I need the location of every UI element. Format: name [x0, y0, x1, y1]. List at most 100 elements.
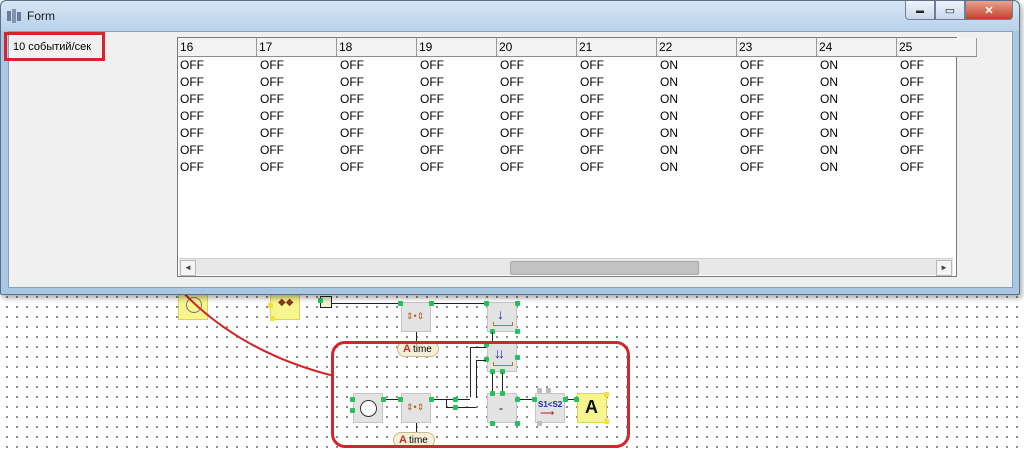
table-cell: ON: [820, 160, 838, 174]
table-cell: ON: [660, 75, 678, 89]
table-cell: OFF: [420, 109, 444, 123]
table-cell: OFF: [340, 126, 364, 140]
table-cell: OFF: [500, 58, 524, 72]
table-cell: OFF: [420, 58, 444, 72]
table-cell: ON: [660, 92, 678, 106]
table-cell: OFF: [500, 160, 524, 174]
table-cell: OFF: [900, 160, 924, 174]
data-grid[interactable]: 16 17 18 19 20 21 22 23 24 25 OFF OFF OFF OFF OFF OFF O…: [177, 37, 977, 277]
form-client-area: 10 событий/сек 16 17 18 19 20 21 22 23 24 25 OFF O…: [4, 31, 1013, 288]
table-cell: OFF: [420, 160, 444, 174]
table-cell: OFF: [180, 143, 204, 157]
table-cell: OFF: [260, 143, 284, 157]
table-row[interactable]: OFF OFF OFF OFF OFF OFF ON OFF ON OFF: [178, 74, 978, 91]
table-cell: OFF: [420, 92, 444, 106]
close-button[interactable]: ✕: [965, 1, 1013, 20]
table-cell: ON: [820, 126, 838, 140]
table-cell: OFF: [500, 109, 524, 123]
horizontal-scrollbar[interactable]: ◄ ►: [179, 258, 953, 276]
table-cell: ON: [820, 58, 838, 72]
column-header[interactable]: 18: [337, 38, 417, 56]
table-cell: OFF: [180, 126, 204, 140]
table-cell: OFF: [740, 143, 764, 157]
scroll-thumb[interactable]: [510, 261, 699, 275]
minimize-button[interactable]: ▬: [905, 1, 935, 20]
table-cell: OFF: [740, 92, 764, 106]
table-cell: OFF: [260, 58, 284, 72]
table-cell: ON: [660, 109, 678, 123]
table-cell: OFF: [180, 58, 204, 72]
scroll-right-button[interactable]: ►: [936, 260, 952, 276]
table-cell: OFF: [260, 92, 284, 106]
table-cell: ON: [820, 109, 838, 123]
table-row[interactable]: OFF OFF OFF OFF OFF OFF ON OFF ON OFF: [178, 108, 978, 125]
table-cell: ON: [660, 160, 678, 174]
table-cell: ON: [820, 75, 838, 89]
table-cell: OFF: [180, 109, 204, 123]
table-cell: OFF: [580, 143, 604, 157]
table-cell: OFF: [580, 92, 604, 106]
form-window[interactable]: Form ▬ ▭ ✕ 10 событий/сек 16 17 18 19 20 21 22…: [0, 0, 1020, 295]
column-header[interactable]: 25: [897, 38, 977, 56]
scroll-left-button[interactable]: ◄: [180, 260, 196, 276]
table-cell: OFF: [580, 126, 604, 140]
table-cell: OFF: [340, 75, 364, 89]
column-header[interactable]: 21: [577, 38, 657, 56]
table-cell: OFF: [740, 126, 764, 140]
table-cell: OFF: [900, 92, 924, 106]
table-cell: OFF: [740, 109, 764, 123]
table-cell: OFF: [420, 126, 444, 140]
table-cell: ON: [660, 143, 678, 157]
table-cell: OFF: [900, 143, 924, 157]
table-cell: OFF: [420, 75, 444, 89]
table-cell: OFF: [500, 143, 524, 157]
app-icon: [7, 9, 21, 23]
table-cell: OFF: [260, 126, 284, 140]
minimize-icon: ▬: [916, 5, 924, 15]
table-cell: OFF: [900, 75, 924, 89]
table-row[interactable]: OFF OFF OFF OFF OFF OFF ON OFF ON OFF: [178, 142, 978, 159]
table-cell: OFF: [500, 75, 524, 89]
table-cell: OFF: [580, 75, 604, 89]
table-cell: OFF: [180, 92, 204, 106]
table-row[interactable]: OFF OFF OFF OFF OFF OFF ON OFF ON OFF: [178, 125, 978, 142]
caption-buttons: ▬ ▭ ✕: [905, 1, 1013, 20]
table-row[interactable]: OFF OFF OFF OFF OFF OFF ON OFF ON OFF: [178, 91, 978, 108]
table-cell: OFF: [500, 126, 524, 140]
maximize-button[interactable]: ▭: [935, 1, 965, 20]
table-cell: OFF: [340, 109, 364, 123]
column-header[interactable]: 16: [178, 38, 257, 56]
column-header[interactable]: 22: [657, 38, 737, 56]
table-cell: OFF: [340, 143, 364, 157]
table-row[interactable]: OFF OFF OFF OFF OFF OFF ON OFF ON OFF: [178, 57, 978, 74]
title-bar[interactable]: Form ▬ ▭ ✕: [1, 1, 1019, 31]
table-cell: OFF: [900, 58, 924, 72]
table-cell: OFF: [580, 160, 604, 174]
table-cell: OFF: [180, 160, 204, 174]
table-cell: OFF: [900, 109, 924, 123]
table-cell: OFF: [180, 75, 204, 89]
grid-header: 16 17 18 19 20 21 22 23 24 25: [178, 38, 977, 57]
column-header[interactable]: 20: [497, 38, 577, 56]
table-cell: OFF: [740, 160, 764, 174]
table-cell: OFF: [900, 126, 924, 140]
column-header[interactable]: 23: [737, 38, 817, 56]
table-cell: OFF: [500, 92, 524, 106]
table-cell: OFF: [260, 75, 284, 89]
column-header[interactable]: 17: [257, 38, 337, 56]
column-header[interactable]: 24: [817, 38, 897, 56]
table-cell: ON: [820, 143, 838, 157]
table-cell: OFF: [340, 58, 364, 72]
table-cell: ON: [660, 58, 678, 72]
window-title: Form: [27, 9, 55, 23]
rate-highlight-box: [4, 32, 105, 61]
maximize-icon: ▭: [944, 4, 956, 17]
table-cell: OFF: [580, 58, 604, 72]
table-cell: OFF: [260, 109, 284, 123]
column-header[interactable]: 19: [417, 38, 497, 56]
table-cell: OFF: [260, 160, 284, 174]
table-row[interactable]: OFF OFF OFF OFF OFF OFF ON OFF ON OFF: [178, 159, 978, 176]
table-cell: ON: [820, 92, 838, 106]
table-cell: OFF: [740, 58, 764, 72]
table-cell: OFF: [420, 143, 444, 157]
